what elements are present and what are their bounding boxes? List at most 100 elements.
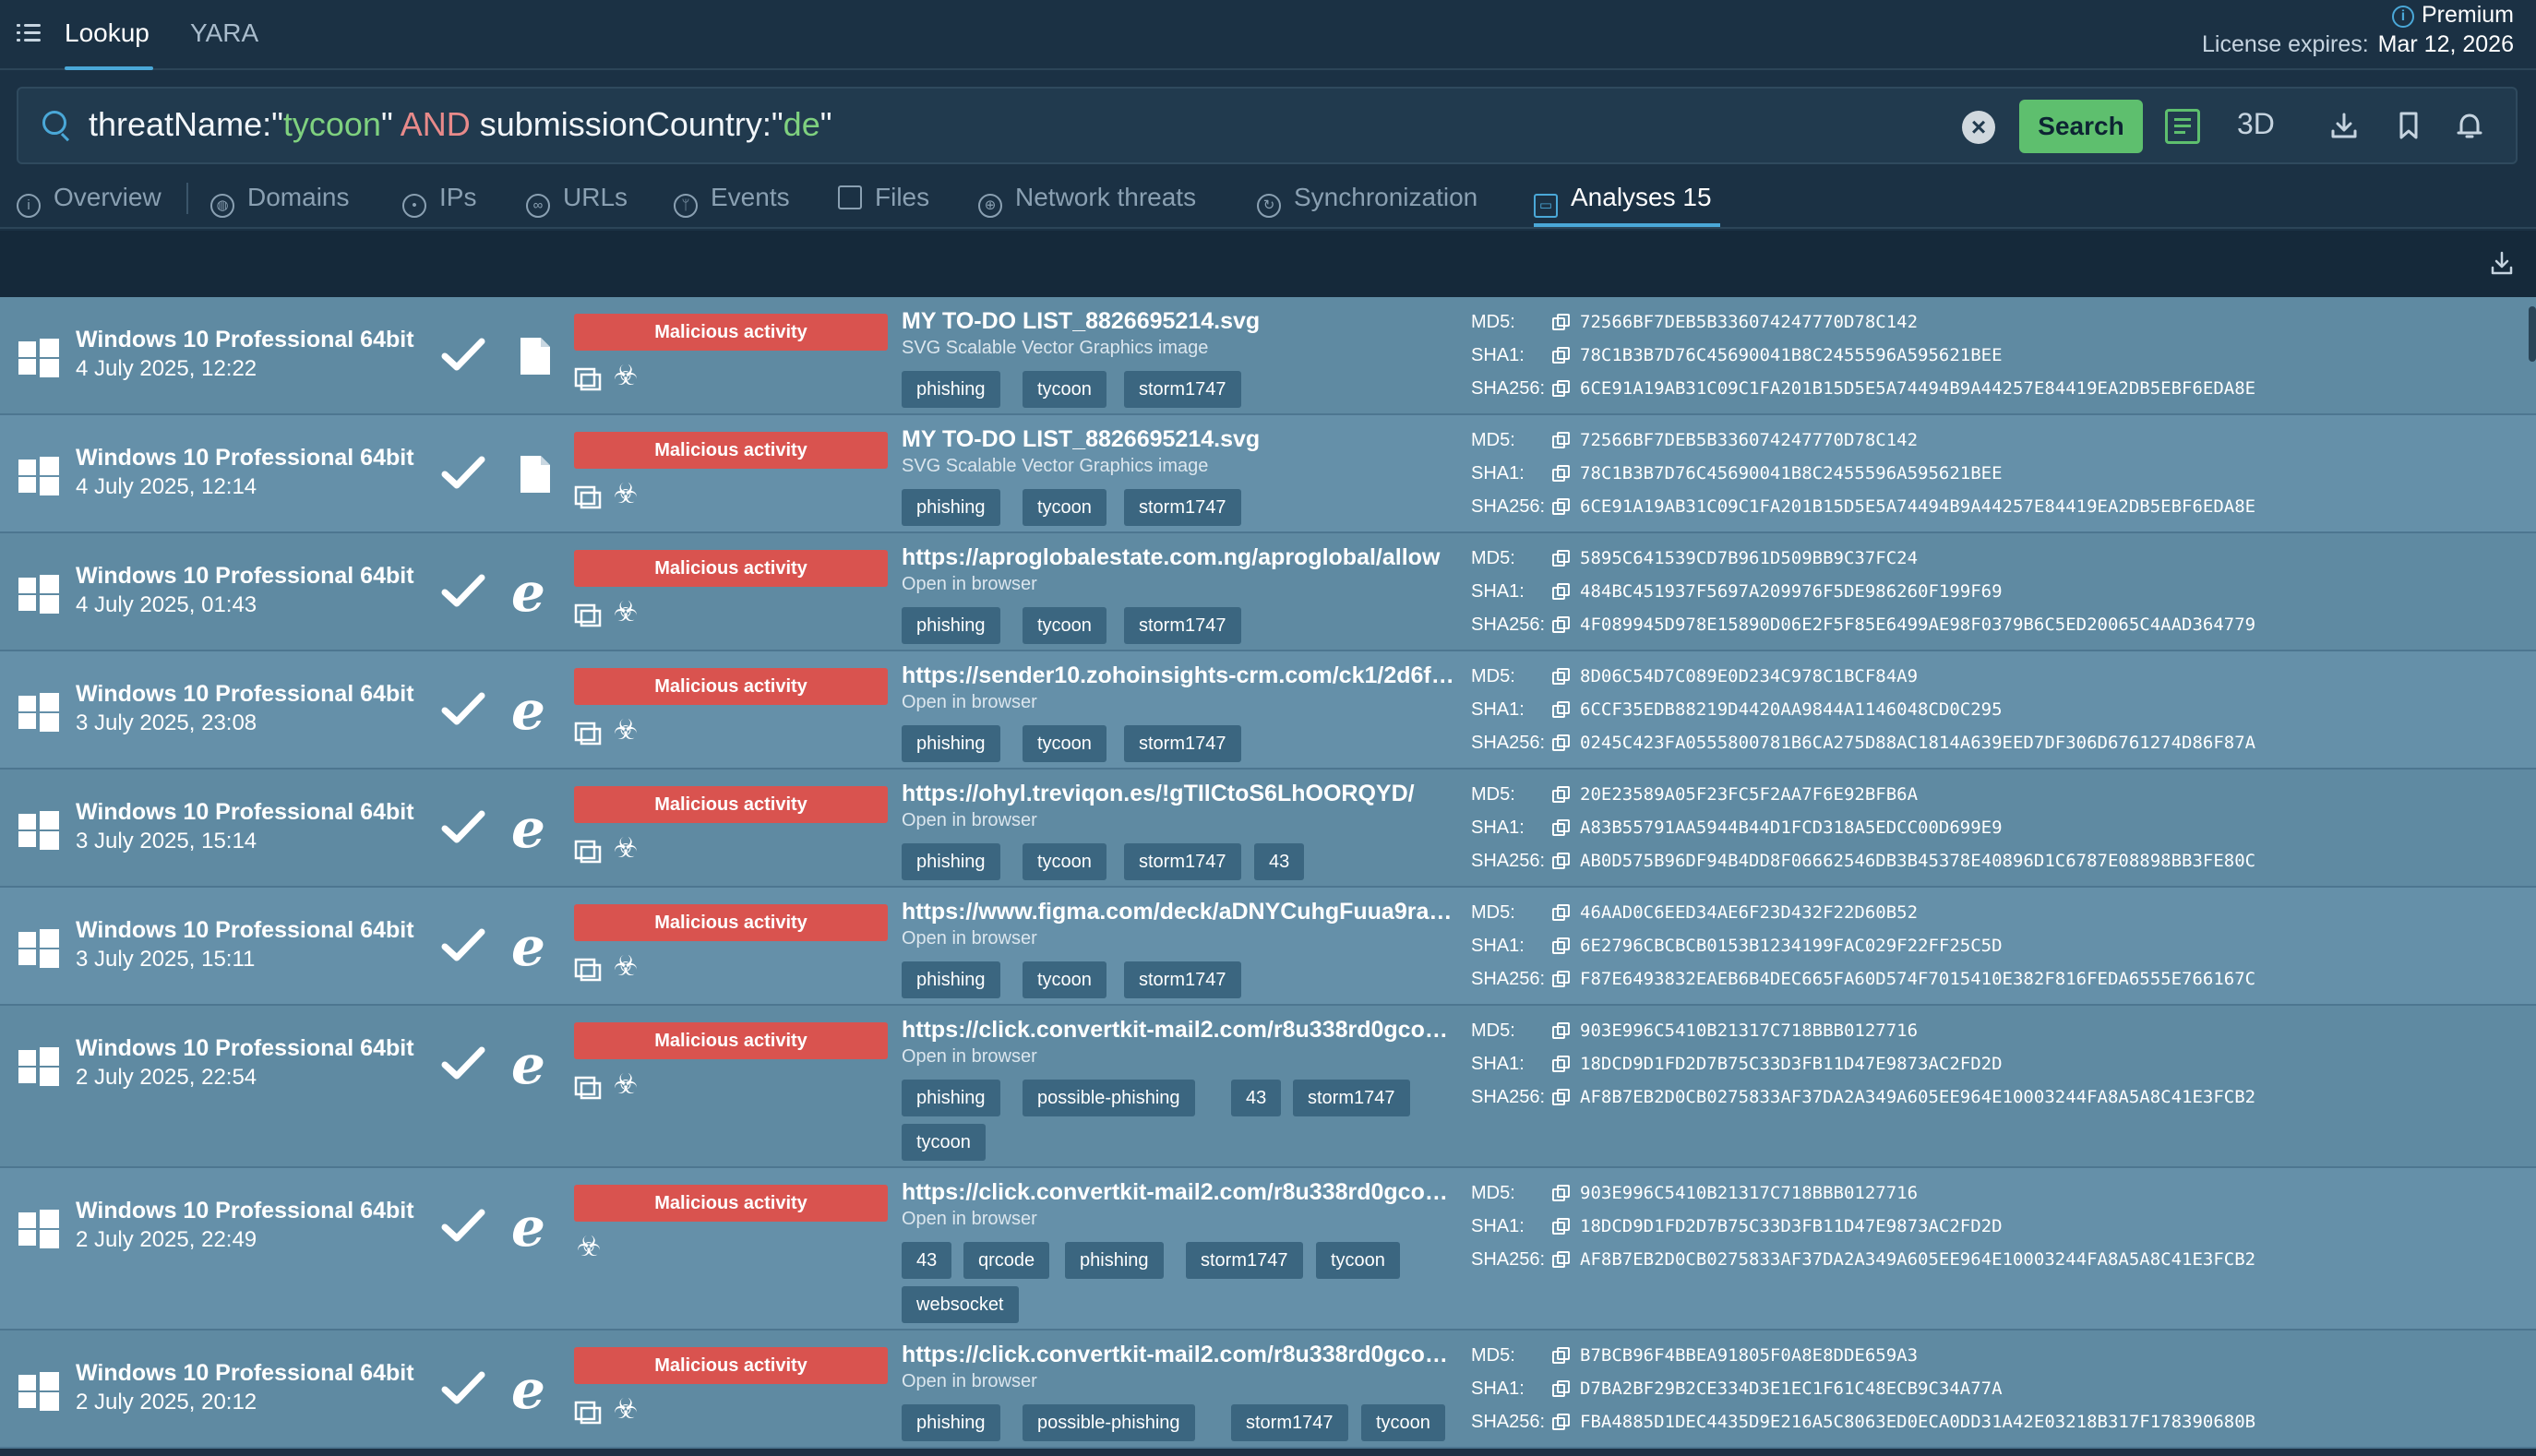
- sha256-value[interactable]: FBA4885D1DEC4435D9E216A5C8063ED0ECA0DD31…: [1580, 1412, 2255, 1432]
- analysis-row[interactable]: Windows 10 Professional 64bit 3 July 2025…: [0, 888, 2536, 1006]
- tag-chip[interactable]: 43: [902, 1242, 952, 1279]
- analysis-subject-link[interactable]: MY TO-DO LIST_8826695214.svg: [902, 426, 1455, 453]
- tab-files[interactable]: Files: [838, 183, 929, 212]
- sha1-value[interactable]: 18DCD9D1FD2D7B75C33D3FB11D47E9873AC2FD2D: [1580, 1054, 2003, 1074]
- nav-tab-yara[interactable]: YARA: [190, 18, 258, 48]
- sha256-value[interactable]: AB0D575B96DF94B4DD8F06662546DB3B45378E40…: [1580, 851, 2255, 871]
- tag-chip[interactable]: phishing: [902, 843, 1000, 880]
- processes-icon[interactable]: [574, 954, 602, 982]
- analysis-subject-link[interactable]: https://www.figma.com/deck/aDNYCuhgFuua9…: [902, 899, 1455, 925]
- tag-chip[interactable]: qrcode: [963, 1242, 1050, 1279]
- copy-icon[interactable]: [1552, 1218, 1571, 1236]
- verdict-badge[interactable]: Malicious activity: [574, 668, 888, 705]
- analysis-row[interactable]: Windows 10 Professional 64bit 3 July 2025…: [0, 770, 2536, 888]
- md5-value[interactable]: 5895C641539CD7B961D509BB9C37FC24: [1580, 548, 1918, 568]
- tag-chip[interactable]: storm1747: [1231, 1404, 1348, 1441]
- verdict-badge[interactable]: Malicious activity: [574, 1022, 888, 1059]
- biohazard-icon[interactable]: ☣: [611, 362, 640, 391]
- biohazard-icon[interactable]: ☣: [611, 480, 640, 509]
- verdict-badge[interactable]: Malicious activity: [574, 1185, 888, 1222]
- view-3d-button[interactable]: 3D: [2237, 107, 2275, 141]
- tag-chip[interactable]: tycoon: [1023, 371, 1107, 408]
- tag-chip[interactable]: phishing: [1065, 1242, 1164, 1279]
- analysis-row[interactable]: Windows 10 Professional 64bit 4 July 2025…: [0, 533, 2536, 651]
- bookmark-icon[interactable]: [2392, 109, 2425, 142]
- tag-chip[interactable]: possible-phishing: [1023, 1080, 1195, 1116]
- sha256-value[interactable]: 6CE91A19AB31C09C1FA201B15D5E5A74494B9A44…: [1580, 496, 2255, 517]
- md5-value[interactable]: 8D06C54D7C089E0D234C978C1BCF84A9: [1580, 666, 1918, 686]
- tag-chip[interactable]: tycoon: [1023, 489, 1107, 526]
- processes-icon[interactable]: [574, 1397, 602, 1425]
- sha1-value[interactable]: 78C1B3B7D76C45690041B8C2455596A595621BEE: [1580, 345, 2003, 365]
- md5-value[interactable]: 72566BF7DEB5B336074247770D78C142: [1580, 430, 1918, 450]
- tab-analyses[interactable]: ▭ Analyses 15: [1534, 183, 1712, 218]
- copy-icon[interactable]: [1552, 1056, 1571, 1074]
- copy-icon[interactable]: [1552, 668, 1571, 686]
- search-button[interactable]: Search: [2019, 100, 2143, 153]
- md5-value[interactable]: 46AAD0C6EED34AE6F23D432F22D60B52: [1580, 902, 1918, 923]
- tag-chip[interactable]: phishing: [902, 1404, 1000, 1441]
- sha256-value[interactable]: AF8B7EB2D0CB0275833AF37DA2A349A605EE964E…: [1580, 1249, 2255, 1270]
- tag-chip[interactable]: 43: [1231, 1080, 1282, 1116]
- tag-chip[interactable]: storm1747: [1186, 1242, 1303, 1279]
- tag-chip[interactable]: tycoon: [1023, 843, 1107, 880]
- processes-icon[interactable]: [574, 482, 602, 509]
- md5-value[interactable]: B7BCB96F4BBEA91805F0A8E8DDE659A3: [1580, 1345, 1918, 1366]
- tab-network-threats[interactable]: ⊕ Network threats: [978, 183, 1196, 218]
- sha1-value[interactable]: A83B55791AA5944B44D1FCD318A5EDCC00D699E9: [1580, 818, 2003, 838]
- copy-icon[interactable]: [1552, 1089, 1571, 1107]
- tag-chip[interactable]: storm1747: [1124, 489, 1241, 526]
- copy-icon[interactable]: [1552, 1347, 1571, 1366]
- verdict-badge[interactable]: Malicious activity: [574, 314, 888, 351]
- sha1-value[interactable]: D7BA2BF29B2CE334D3E1EC1F61C48ECB9C34A77A: [1580, 1378, 2003, 1399]
- analysis-subject-link[interactable]: https://click.convertkit-mail2.com/r8u33…: [902, 1342, 1455, 1368]
- tag-chip[interactable]: phishing: [902, 1080, 1000, 1116]
- verdict-badge[interactable]: Malicious activity: [574, 786, 888, 823]
- copy-icon[interactable]: [1552, 701, 1571, 720]
- tag-chip[interactable]: storm1747: [1124, 725, 1241, 762]
- processes-icon[interactable]: [574, 1072, 602, 1100]
- copy-icon[interactable]: [1552, 380, 1571, 399]
- analysis-subject-link[interactable]: https://click.convertkit-mail2.com/r8u33…: [902, 1179, 1455, 1206]
- verdict-badge[interactable]: Malicious activity: [574, 1347, 888, 1384]
- tag-chip[interactable]: storm1747: [1124, 607, 1241, 644]
- analysis-row[interactable]: Windows 10 Professional 64bit 4 July 2025…: [0, 297, 2536, 415]
- sha1-value[interactable]: 6E2796CBCBCB0153B1234199FAC029F22FF25C5D: [1580, 936, 2003, 956]
- copy-icon[interactable]: [1552, 734, 1571, 753]
- processes-icon[interactable]: [574, 600, 602, 627]
- sha256-value[interactable]: 6CE91A19AB31C09C1FA201B15D5E5A74494B9A44…: [1580, 378, 2255, 399]
- biohazard-icon[interactable]: ☣: [611, 716, 640, 746]
- analysis-subject-link[interactable]: https://click.convertkit-mail2.com/r8u33…: [902, 1017, 1455, 1044]
- tab-ips[interactable]: • IPs: [402, 183, 476, 218]
- clear-search-icon[interactable]: ×: [1962, 111, 1995, 144]
- verdict-badge[interactable]: Malicious activity: [574, 432, 888, 469]
- copy-icon[interactable]: [1552, 583, 1571, 602]
- analysis-subject-link[interactable]: https://aproglobalestate.com.ng/aproglob…: [902, 544, 1455, 571]
- tag-chip[interactable]: tycoon: [1023, 607, 1107, 644]
- tag-chip[interactable]: storm1747: [1124, 371, 1241, 408]
- download-icon[interactable]: [2327, 109, 2361, 142]
- tag-chip[interactable]: tycoon: [1023, 961, 1107, 998]
- tab-events[interactable]: ᛘ Events: [674, 183, 790, 218]
- biohazard-icon[interactable]: ☣: [611, 952, 640, 982]
- copy-icon[interactable]: [1552, 853, 1571, 871]
- tag-chip[interactable]: storm1747: [1293, 1080, 1410, 1116]
- copy-icon[interactable]: [1552, 819, 1571, 838]
- copy-icon[interactable]: [1552, 971, 1571, 989]
- sha256-value[interactable]: AF8B7EB2D0CB0275833AF37DA2A349A605EE964E…: [1580, 1087, 2255, 1107]
- premium-badge[interactable]: i Premium: [2391, 2, 2514, 29]
- sha256-value[interactable]: F87E6493832EAEB6B4DEC665FA60D574F7015410…: [1580, 969, 2255, 989]
- sha1-value[interactable]: 18DCD9D1FD2D7B75C33D3FB11D47E9873AC2FD2D: [1580, 1216, 2003, 1236]
- biohazard-icon[interactable]: ☣: [611, 834, 640, 864]
- tag-chip[interactable]: phishing: [902, 607, 1000, 644]
- tab-urls[interactable]: ∞ URLs: [526, 183, 628, 218]
- tag-chip[interactable]: tycoon: [1316, 1242, 1400, 1279]
- sha1-value[interactable]: 78C1B3B7D76C45690041B8C2455596A595621BEE: [1580, 463, 2003, 483]
- tag-chip[interactable]: possible-phishing: [1023, 1404, 1195, 1441]
- sha256-value[interactable]: 0245C423FA0555800781B6CA275D88AC1814A639…: [1580, 733, 2255, 753]
- notifications-bell-icon[interactable]: [2453, 109, 2486, 142]
- tag-chip[interactable]: phishing: [902, 489, 1000, 526]
- processes-icon[interactable]: [574, 718, 602, 746]
- tag-chip[interactable]: tycoon: [1023, 725, 1107, 762]
- tab-overview[interactable]: i Overview: [17, 183, 161, 218]
